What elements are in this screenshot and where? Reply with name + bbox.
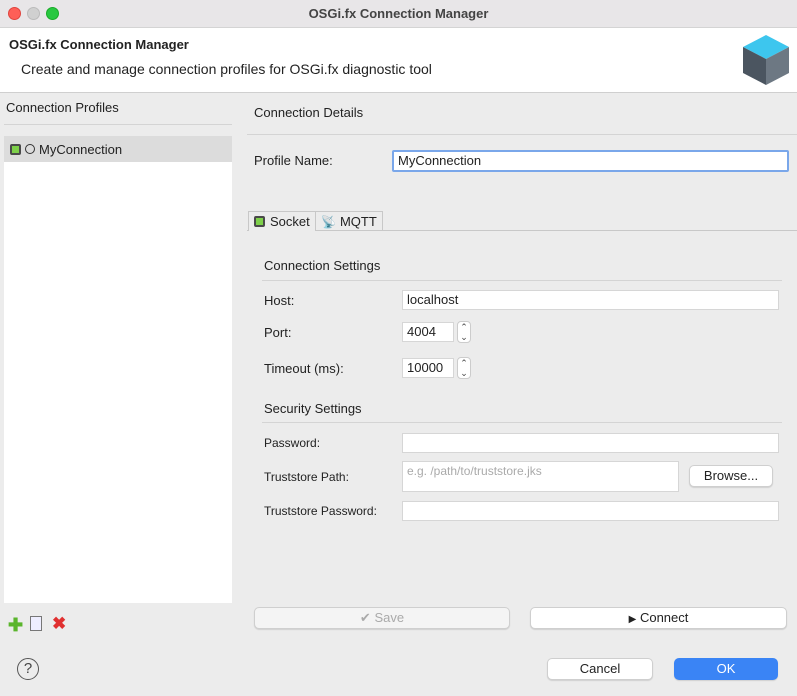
delete-profile-icon[interactable]: ✖ bbox=[52, 614, 66, 634]
satellite-icon: 📡 bbox=[321, 214, 336, 229]
banner-subtitle: Create and manage connection profiles fo… bbox=[21, 61, 432, 77]
security-settings-header: Security Settings bbox=[264, 401, 362, 416]
ok-button[interactable]: OK bbox=[674, 658, 778, 680]
duplicate-profile-icon[interactable] bbox=[30, 616, 42, 631]
connect-button[interactable]: ▶ Connect bbox=[530, 607, 787, 629]
timeout-input[interactable]: 10000 bbox=[402, 358, 454, 378]
play-icon: ▶ bbox=[628, 614, 637, 625]
truststore-password-input[interactable] bbox=[402, 501, 779, 521]
close-window-button[interactable] bbox=[8, 7, 21, 20]
host-label: Host: bbox=[264, 293, 295, 308]
banner: OSGi.fx Connection Manager Create and ma… bbox=[0, 28, 797, 93]
save-button[interactable]: ✔ Save bbox=[254, 607, 510, 629]
connect-label: Connect bbox=[639, 610, 689, 625]
truststore-path-label: Truststore Path: bbox=[264, 470, 349, 484]
checkmark-icon: ✔ bbox=[359, 610, 371, 625]
truststore-path-input[interactable]: e.g. /path/to/truststore.jks bbox=[402, 461, 679, 492]
host-input[interactable]: localhost bbox=[402, 290, 779, 310]
port-stepper[interactable]: ⌃ ⌄ bbox=[457, 321, 471, 343]
minimize-window-button[interactable] bbox=[27, 7, 40, 20]
help-icon[interactable]: ? bbox=[17, 658, 39, 680]
save-label: Save bbox=[374, 610, 405, 625]
disconnected-status-icon bbox=[25, 144, 35, 154]
connection-settings-header: Connection Settings bbox=[264, 258, 381, 273]
port-input[interactable]: 4004 bbox=[402, 322, 454, 342]
port-label: Port: bbox=[264, 325, 292, 340]
profile-label: MyConnection bbox=[39, 141, 123, 157]
socket-icon bbox=[254, 216, 265, 227]
list-item[interactable]: MyConnection bbox=[4, 136, 232, 162]
tab-mqtt[interactable]: 📡 MQTT bbox=[316, 211, 383, 231]
zoom-window-button[interactable] bbox=[46, 7, 59, 20]
add-profile-icon[interactable]: ✚ bbox=[8, 615, 23, 636]
timeout-label: Timeout (ms): bbox=[264, 361, 344, 376]
profile-name-input[interactable]: MyConnection bbox=[392, 150, 789, 172]
password-label: Password: bbox=[264, 436, 321, 450]
timeout-stepper[interactable]: ⌃ ⌄ bbox=[457, 357, 471, 379]
browse-button[interactable]: Browse... bbox=[689, 465, 773, 487]
profile-name-label: Profile Name: bbox=[254, 153, 333, 168]
details-header: Connection Details bbox=[254, 105, 364, 120]
tab-socket-label: Socket bbox=[270, 214, 310, 229]
banner-title: OSGi.fx Connection Manager bbox=[9, 37, 189, 52]
tab-mqtt-label: MQTT bbox=[339, 214, 377, 229]
socket-icon bbox=[10, 143, 21, 155]
password-input[interactable] bbox=[402, 433, 779, 453]
truststore-password-label: Truststore Password: bbox=[264, 504, 377, 518]
window-title: OSGi.fx Connection Manager bbox=[308, 6, 489, 21]
osgifx-logo-icon bbox=[743, 35, 789, 85]
profiles-list[interactable]: MyConnection bbox=[4, 136, 232, 603]
cancel-button[interactable]: Cancel bbox=[547, 658, 653, 680]
tab-socket[interactable]: Socket bbox=[248, 211, 316, 231]
title-bar: OSGi.fx Connection Manager bbox=[0, 0, 797, 28]
profiles-header: Connection Profiles bbox=[6, 100, 119, 115]
